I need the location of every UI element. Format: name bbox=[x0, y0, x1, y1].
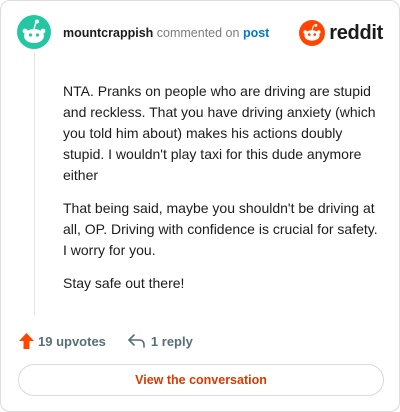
comment-embed-card: mountcrappish commented on post reddit N… bbox=[0, 0, 400, 412]
view-conversation-button[interactable]: View the conversation bbox=[18, 364, 384, 396]
comment-paragraph: NTA. Pranks on people who are driving ar… bbox=[63, 83, 376, 183]
upvote-arrow-icon bbox=[19, 333, 34, 349]
comment-header: mountcrappish commented on post reddit bbox=[17, 15, 383, 51]
reddit-logo[interactable]: reddit bbox=[299, 19, 383, 47]
reply-button[interactable]: 1 reply bbox=[128, 334, 193, 349]
comment-paragraph: That being said, maybe you shouldn't be … bbox=[63, 200, 378, 258]
username-link[interactable]: mountcrappish bbox=[63, 26, 153, 40]
comment-actions: 19 upvotes 1 reply bbox=[19, 331, 193, 351]
upvote-button[interactable]: 19 upvotes bbox=[19, 333, 106, 349]
thread-line bbox=[34, 53, 35, 315]
reply-count: 1 reply bbox=[150, 333, 193, 349]
reddit-snoo-icon bbox=[299, 20, 326, 46]
logo-wordmark: reddit bbox=[329, 21, 383, 44]
reply-arrow-icon bbox=[128, 334, 145, 348]
post-link[interactable]: post bbox=[243, 26, 269, 40]
comment-body: NTA. Pranks on people who are driving ar… bbox=[63, 81, 381, 306]
meta-verb: commented on bbox=[156, 26, 240, 40]
snoo-avatar-icon[interactable] bbox=[17, 15, 51, 49]
upvote-count: 19 upvotes bbox=[38, 333, 106, 349]
comment-meta: mountcrappish commented on post bbox=[63, 26, 269, 40]
comment-paragraph: Stay safe out there! bbox=[63, 275, 185, 291]
